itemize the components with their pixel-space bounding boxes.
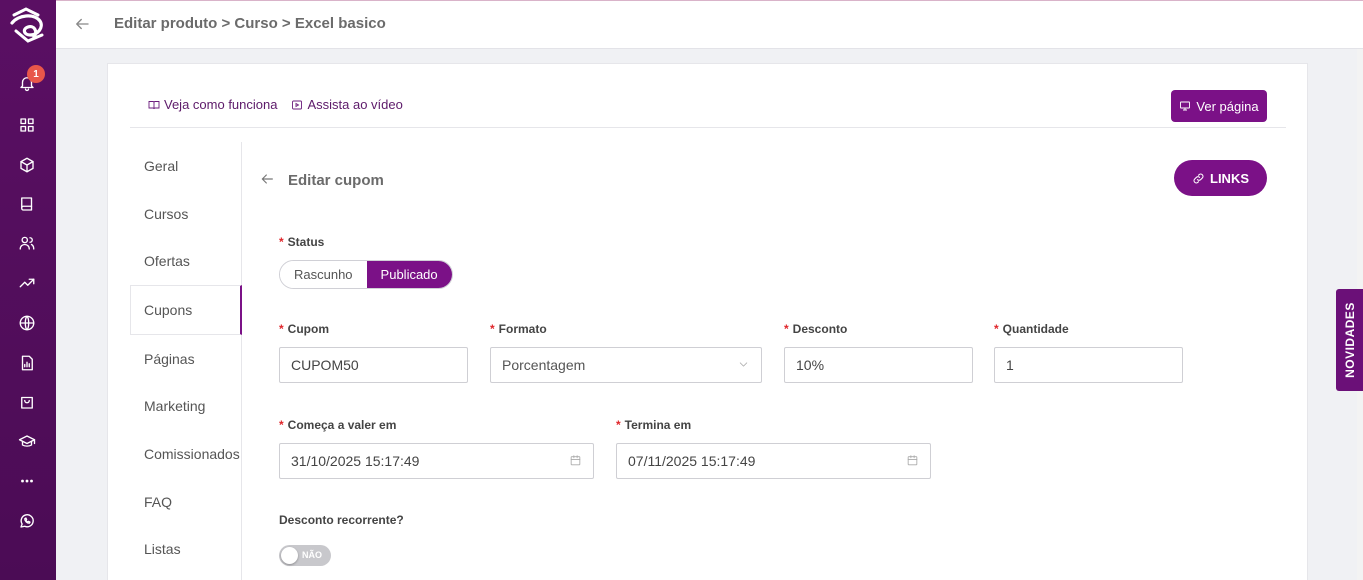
book-open-icon — [148, 100, 160, 109]
start-date-input[interactable]: 31/10/2025 15:17:49 — [279, 443, 594, 479]
toggle-knob — [281, 547, 298, 564]
novidades-tab[interactable]: NOVIDADES — [1336, 289, 1363, 391]
status-option-rascunho[interactable]: Rascunho — [280, 261, 367, 288]
dashboard-icon[interactable] — [16, 114, 38, 136]
discount-label: * Desconto — [784, 322, 848, 336]
left-nav: 1 — [0, 0, 56, 580]
notification-badge: 1 — [27, 65, 45, 83]
edit-back-arrow-icon[interactable] — [259, 171, 277, 189]
subnav-item-faq[interactable]: FAQ — [144, 494, 172, 510]
format-select[interactable]: Porcentagem — [490, 347, 762, 383]
quantity-label: * Quantidade — [994, 322, 1069, 336]
toggle-text: NÃO — [302, 550, 322, 560]
subnav-item-listas[interactable]: Listas — [144, 541, 181, 557]
globe-icon[interactable] — [16, 312, 38, 334]
status-label: * Status — [279, 235, 325, 249]
divider — [130, 127, 1286, 128]
recurrent-discount-toggle[interactable]: NÃO — [279, 545, 331, 566]
app-logo[interactable] — [8, 5, 48, 45]
product-subnav: Geral Cursos Ofertas Cupons Páginas Mark… — [130, 142, 242, 580]
links-button[interactable]: LINKS — [1174, 160, 1267, 196]
monitor-icon — [1180, 101, 1191, 111]
recurrent-discount-label: Desconto recorrente? — [279, 513, 404, 527]
book-icon[interactable] — [16, 193, 38, 215]
edit-coupon-title: Editar cupom — [288, 172, 384, 189]
format-label: * Formato — [490, 322, 547, 336]
chevron-down-icon — [737, 358, 751, 372]
novidades-label: NOVIDADES — [1342, 302, 1357, 378]
back-arrow-icon[interactable] — [73, 15, 93, 35]
quantity-input[interactable]: 1 — [994, 347, 1183, 383]
coupon-input[interactable]: CUPOM50 — [279, 347, 468, 383]
whatsapp-icon[interactable] — [16, 510, 38, 532]
users-icon[interactable] — [16, 232, 38, 254]
how-it-works-link[interactable]: Veja como funciona — [148, 97, 277, 112]
breadcrumb: Editar produto > Curso > Excel basico — [114, 15, 386, 32]
watch-video-link[interactable]: Assista ao vídeo — [291, 97, 403, 112]
subnav-item-comissionados[interactable]: Comissionados — [144, 446, 240, 462]
watch-video-label: Assista ao vídeo — [307, 97, 403, 112]
status-segmented-control: Rascunho Publicado — [279, 260, 453, 289]
calendar-icon — [569, 454, 583, 468]
trending-icon[interactable] — [16, 272, 38, 294]
subnav-item-ofertas[interactable]: Ofertas — [144, 253, 190, 269]
link-icon — [1193, 173, 1204, 183]
box-icon[interactable] — [16, 154, 38, 176]
subnav-item-geral[interactable]: Geral — [144, 158, 178, 174]
status-option-publicado[interactable]: Publicado — [366, 261, 452, 288]
end-date-input[interactable]: 07/11/2025 15:17:49 — [616, 443, 931, 479]
view-page-button[interactable]: Ver página — [1171, 90, 1267, 122]
start-date-label: * Começa a valer em — [279, 418, 397, 432]
subnav-item-cursos[interactable]: Cursos — [144, 206, 188, 222]
how-it-works-label: Veja como funciona — [164, 97, 278, 112]
calendar-icon — [906, 454, 920, 468]
subnav-item-paginas[interactable]: Páginas — [144, 351, 195, 367]
links-label: LINKS — [1210, 170, 1249, 186]
shopping-bag-icon[interactable] — [16, 391, 38, 413]
view-page-label: Ver página — [1196, 98, 1259, 114]
more-icon[interactable] — [16, 470, 38, 492]
subnav-item-marketing[interactable]: Marketing — [144, 398, 205, 414]
coupon-label: * Cupom — [279, 322, 329, 336]
graduation-cap-icon[interactable] — [16, 431, 38, 453]
discount-input[interactable]: 10% — [784, 347, 973, 383]
report-icon[interactable] — [16, 352, 38, 374]
top-bar: Editar produto > Curso > Excel basico — [56, 0, 1363, 49]
subnav-item-cupons[interactable]: Cupons — [144, 302, 192, 318]
play-icon — [292, 100, 303, 109]
help-links: Veja como funciona Assista ao vídeo — [148, 97, 403, 112]
end-date-label: * Termina em — [616, 418, 692, 432]
